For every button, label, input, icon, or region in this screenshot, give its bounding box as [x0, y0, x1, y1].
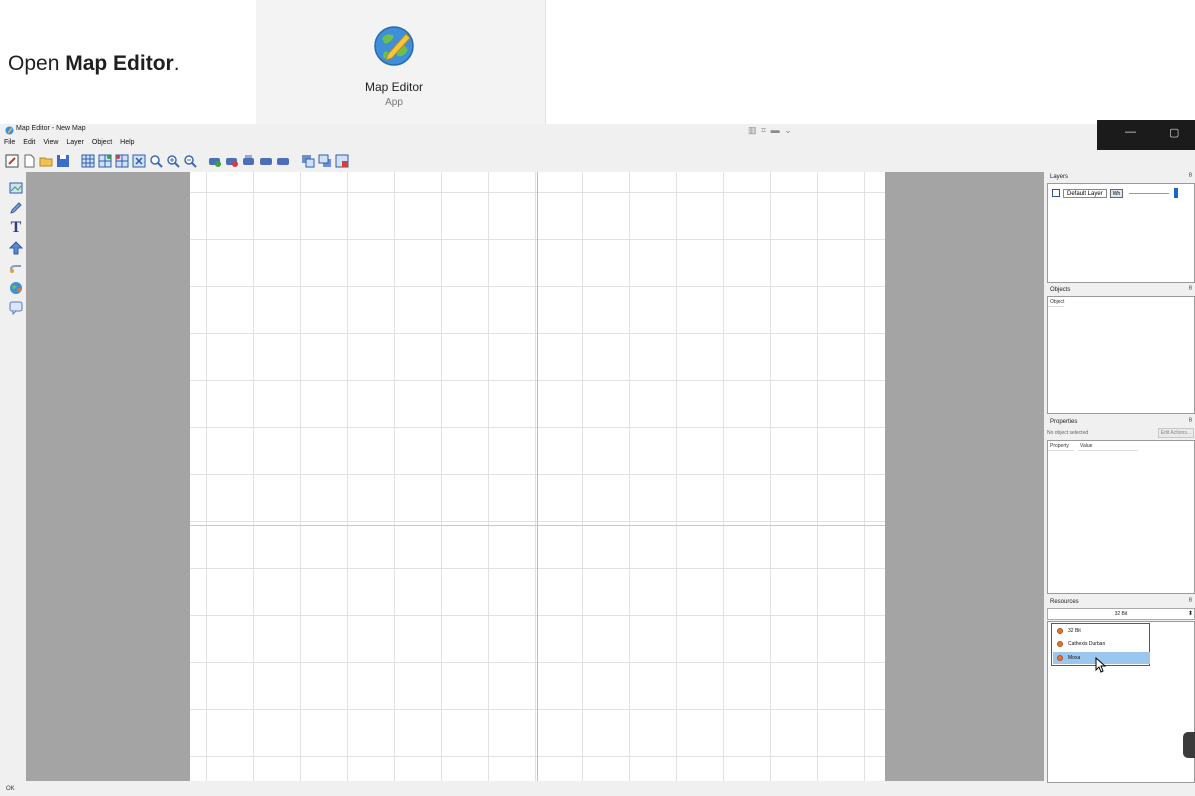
properties-panel-header: Properties ᴮ	[1047, 417, 1195, 427]
app-icon	[5, 126, 14, 135]
main-toolbar	[4, 152, 349, 170]
instruction-text: Open Map Editor.	[8, 52, 180, 76]
resources-panel-title: Resources	[1050, 599, 1079, 605]
link-icon[interactable]	[9, 260, 24, 275]
server-icon	[1057, 641, 1063, 647]
edit-actions-button[interactable]: Edit Actions...	[1157, 428, 1194, 438]
layer-opacity-thumb[interactable]	[1174, 188, 1179, 198]
menu-help[interactable]: Help	[120, 139, 134, 151]
menu-file[interactable]: File	[4, 139, 15, 151]
maximize-button[interactable]: ▢	[1169, 126, 1179, 139]
window-close-icon[interactable]	[334, 154, 349, 169]
instruction-suffix: .	[173, 52, 180, 75]
status-bar: OK	[0, 784, 1195, 796]
save-icon[interactable]	[55, 154, 70, 169]
mouse-pointer-icon	[1095, 657, 1107, 673]
dock-panels: Layers ᴮ Default Layer Wh Objects ᴮ Obje…	[1047, 172, 1195, 783]
arrow-up-icon[interactable]	[9, 240, 24, 255]
resource-select[interactable]: 32 Bit ⬍	[1047, 608, 1195, 620]
zoom-out-icon[interactable]	[182, 154, 197, 169]
properties-panel: Property Value	[1047, 440, 1195, 594]
float-panel-icon[interactable]: ᴮ	[1189, 285, 1192, 295]
float-panel-icon[interactable]: ᴮ	[1189, 417, 1192, 427]
select-arrow-icon[interactable]: ⬍	[1188, 609, 1193, 620]
globe-icon[interactable]	[9, 280, 24, 295]
camera-right-icon[interactable]	[275, 154, 290, 169]
no-selection-text: No object selected	[1047, 430, 1089, 436]
zoom-in-icon[interactable]	[165, 154, 180, 169]
tile-app-kind: App	[385, 97, 403, 108]
menu-layer[interactable]: Layer	[66, 139, 84, 151]
objects-column-header[interactable]: Object	[1048, 297, 1065, 307]
snap-layout-bar[interactable]: ▥ ⌗ ▬ ⌄	[748, 125, 793, 136]
side-scroll-handle[interactable]	[1183, 732, 1195, 758]
layers-panel: Default Layer Wh	[1047, 183, 1195, 283]
vertical-axis-line	[537, 172, 538, 781]
objects-panel-title: Objects	[1050, 287, 1071, 293]
new-file-icon[interactable]	[21, 154, 36, 169]
status-text: OK	[6, 786, 15, 792]
horizontal-axis-line	[190, 525, 885, 526]
properties-panel-title: Properties	[1050, 419, 1078, 425]
title-bar: Map Editor - New Map ▥ ⌗ ▬ ⌄ — ▢	[0, 120, 1195, 150]
float-panel-icon[interactable]: ᴮ	[1189, 172, 1192, 182]
camera-add-icon[interactable]	[207, 154, 222, 169]
objects-panel-header: Objects ᴮ	[1047, 285, 1195, 295]
resources-panel: Resources ᴮ 32 Bit ⬍ 32 Bit Cathexis Dur…	[1047, 597, 1195, 783]
server-icon	[1057, 655, 1063, 661]
comment-icon[interactable]	[9, 300, 24, 315]
layers-panel-title: Layers	[1050, 174, 1069, 180]
pencil-icon[interactable]	[9, 200, 24, 215]
add-rows-icon[interactable]	[97, 154, 112, 169]
value-column-header[interactable]: Value	[1078, 441, 1138, 451]
property-column-header[interactable]: Property	[1048, 441, 1074, 451]
tile-app-name[interactable]: Map Editor	[354, 80, 434, 94]
window-controls: — ▢	[1097, 120, 1195, 150]
left-tool-palette: T	[8, 180, 24, 315]
option-label: 32 Bit	[1068, 628, 1081, 634]
option-label: Moxa	[1068, 655, 1081, 661]
text-tool-icon[interactable]: T	[9, 219, 24, 236]
server-icon	[1057, 628, 1063, 634]
grid-icon[interactable]	[80, 154, 95, 169]
camera-group-icon[interactable]	[241, 154, 256, 169]
objects-panel: Object	[1047, 296, 1195, 414]
screen: Open Map Editor. Map Editor App Map Edit…	[0, 0, 1195, 796]
window-back-icon[interactable]	[300, 154, 315, 169]
layer-visible-checkbox[interactable]	[1052, 189, 1060, 197]
option-label: Cathexis Durban	[1068, 641, 1106, 647]
map-grid[interactable]	[190, 172, 885, 781]
map-editor-window: Map Editor - New Map ▥ ⌗ ▬ ⌄ — ▢ File Ed…	[0, 120, 1195, 796]
map-editor-globe-icon[interactable]	[370, 22, 418, 70]
layer-options-button[interactable]: Wh	[1109, 188, 1124, 198]
instruction-app-name: Map Editor	[65, 52, 174, 75]
map-icon[interactable]	[9, 180, 24, 195]
layers-panel-header: Layers ᴮ	[1047, 172, 1195, 182]
camera-left-icon[interactable]	[258, 154, 273, 169]
menu-object[interactable]: Object	[92, 139, 112, 151]
layer-name-field[interactable]: Default Layer	[1063, 188, 1107, 198]
menu-view[interactable]: View	[43, 139, 58, 151]
zoom-fit-icon[interactable]	[148, 154, 163, 169]
minimize-button[interactable]: —	[1125, 126, 1136, 138]
resources-panel-header: Resources ᴮ	[1047, 597, 1195, 607]
dropdown-option[interactable]: 32 Bit	[1053, 625, 1150, 637]
dropdown-option[interactable]: Cathexis Durban	[1053, 638, 1150, 650]
map-canvas[interactable]	[26, 172, 1044, 781]
instruction-prefix: Open	[8, 52, 66, 75]
add-columns-icon[interactable]	[114, 154, 129, 169]
layer-opacity-slider[interactable]	[1129, 192, 1170, 194]
edit-icon[interactable]	[4, 154, 19, 169]
open-folder-icon[interactable]	[38, 154, 53, 169]
window-front-icon[interactable]	[317, 154, 332, 169]
menu-bar: File Edit View Layer Object Help	[4, 139, 135, 151]
properties-selection-row: No object selected Edit Actions...	[1047, 428, 1195, 438]
float-panel-icon[interactable]: ᴮ	[1189, 597, 1192, 607]
remove-grid-icon[interactable]	[131, 154, 146, 169]
camera-remove-icon[interactable]	[224, 154, 239, 169]
menu-edit[interactable]: Edit	[23, 139, 35, 151]
layer-row[interactable]: Default Layer Wh	[1052, 188, 1179, 198]
resource-selected-value: 32 Bit	[1114, 611, 1128, 617]
window-title: Map Editor - New Map	[16, 125, 86, 132]
